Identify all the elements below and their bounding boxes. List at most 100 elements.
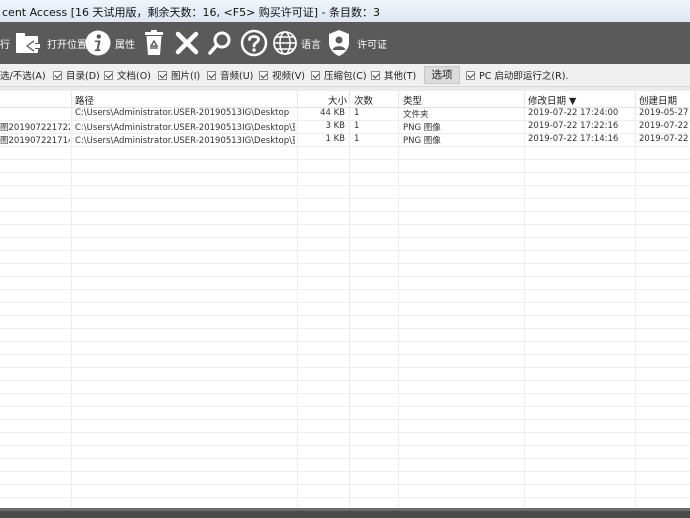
filter-directory-checkbox[interactable]: [53, 70, 62, 80]
grid-line: [0, 302, 690, 303]
properties-button[interactable]: 属性: [84, 22, 135, 64]
autorun-checkbox[interactable]: [466, 70, 475, 80]
cell-modified: 2019-07-22 17:24:00: [528, 108, 619, 118]
autorun-option[interactable]: PC 启动即运行之(R).: [466, 68, 568, 82]
table-row[interactable]: 图20190722171417141... C:\Users\Administr…: [0, 133, 690, 146]
grid-line: [0, 315, 690, 316]
grid-line: [635, 107, 636, 508]
filter-archives-label: 压缩包(C): [324, 71, 367, 82]
grid-line: [0, 393, 690, 394]
run-button[interactable]: 行: [0, 22, 10, 64]
column-type[interactable]: 类型: [403, 93, 422, 107]
select-all-label: 选/不选(A): [0, 71, 46, 82]
cell-modified: 2019-07-22 17:22:16: [528, 121, 619, 131]
filter-video-checkbox[interactable]: [259, 70, 268, 80]
cell-count: 1: [354, 121, 360, 131]
filter-audio[interactable]: 音频(U): [207, 68, 253, 82]
filter-video-label: 视频(V): [272, 71, 305, 82]
grid-line: [0, 380, 690, 381]
filter-directory-label: 目录(D): [66, 71, 100, 82]
grid-line: [0, 445, 690, 446]
grid-line: [0, 133, 690, 134]
recycle-button[interactable]: [143, 22, 165, 64]
options-button[interactable]: 选项: [424, 66, 460, 84]
grid-line: [524, 107, 525, 508]
cell-count: 1: [354, 108, 360, 118]
cell-size: 44 KB: [320, 108, 345, 118]
recycle-bin-icon: [145, 30, 163, 55]
grid-line: [349, 107, 350, 508]
filter-other-label: 其他(T): [384, 71, 417, 82]
cell-created: 2019-07-22 17: [639, 134, 690, 144]
grid-line: [0, 198, 690, 199]
filter-documents-label: 文档(O): [117, 71, 151, 82]
grid-line: [0, 211, 690, 212]
header-divider[interactable]: [349, 91, 350, 107]
filter-video[interactable]: 视频(V): [259, 68, 305, 82]
help-button[interactable]: [240, 22, 268, 64]
cell-size: 1 KB: [325, 134, 345, 144]
filter-other-checkbox[interactable]: [371, 70, 380, 80]
grid-line: [0, 406, 690, 407]
search-icon: [208, 31, 231, 55]
open-location-icon: [16, 33, 41, 53]
grid-line: [0, 458, 690, 459]
grid-line: [0, 328, 690, 329]
delete-x-icon: [175, 31, 199, 55]
status-bar: [0, 508, 690, 518]
grid-line: [0, 172, 690, 173]
delete-button[interactable]: [175, 22, 199, 64]
filter-archives-checkbox[interactable]: [311, 70, 320, 80]
open-location-button[interactable]: 打开位置: [14, 22, 87, 64]
filter-images-checkbox[interactable]: [158, 70, 167, 80]
header-divider[interactable]: [398, 91, 399, 107]
grid-line: [0, 354, 690, 355]
header-divider[interactable]: [71, 91, 72, 107]
grid-line: [0, 159, 690, 160]
globe-icon: [273, 31, 297, 55]
grid-line: [0, 224, 690, 225]
filter-images-label: 图片(I): [171, 71, 201, 82]
filter-documents-checkbox[interactable]: [104, 70, 113, 80]
cell-created: 2019-05-27 09: [639, 108, 690, 118]
grid-line: [71, 107, 72, 508]
grid-line: [0, 341, 690, 342]
info-icon: [85, 30, 111, 56]
cell-path: C:\Users\Administrator.USER-20190513IG\D…: [75, 123, 295, 133]
column-size[interactable]: 大小: [328, 93, 347, 107]
table-header: 路径 大小 次数 类型 修改日期 ▼ 创建日期: [0, 91, 690, 108]
filter-audio-label: 音频(U): [220, 71, 254, 82]
license-button[interactable]: 许可证: [327, 22, 387, 64]
grid-line: [0, 484, 690, 485]
cell-name: 图20190722171417141...: [0, 136, 70, 146]
status-bar-edge: [0, 508, 690, 511]
column-path[interactable]: 路径: [75, 93, 94, 107]
filter-audio-checkbox[interactable]: [207, 70, 216, 80]
grid-line: [0, 471, 690, 472]
grid-line: [0, 367, 690, 368]
header-divider[interactable]: [635, 91, 636, 107]
filter-archives[interactable]: 压缩包(C): [311, 68, 367, 82]
language-button[interactable]: 语言: [272, 22, 321, 64]
window-title: cent Access [16 天试用版，剩余天数：16, <F5> 购买许可证…: [2, 6, 381, 19]
cell-count: 1: [354, 134, 360, 144]
header-divider[interactable]: [524, 91, 525, 107]
column-created[interactable]: 创建日期: [639, 93, 677, 107]
column-modified[interactable]: 修改日期 ▼: [528, 93, 576, 107]
select-all-toggle[interactable]: 选/不选(A): [0, 68, 46, 82]
autorun-label: PC 启动即运行之(R).: [479, 71, 569, 82]
search-button[interactable]: [207, 22, 233, 64]
filter-documents[interactable]: 文档(O): [104, 68, 151, 82]
filter-bar: 选/不选(A) 目录(D) 文档(O) 图片(I) 音频(U) 视频(V) 压缩…: [0, 64, 690, 87]
header-divider[interactable]: [297, 91, 298, 107]
table-row[interactable]: C:\Users\Administrator.USER-20190513IG\D…: [0, 107, 690, 120]
grid-line: [0, 419, 690, 420]
license-label: 许可证: [357, 39, 387, 51]
grid-line: [0, 497, 690, 498]
filter-directory[interactable]: 目录(D): [53, 68, 100, 82]
table-row[interactable]: 图20190722172217221... C:\Users\Administr…: [0, 120, 690, 133]
language-label: 语言: [301, 39, 321, 51]
filter-images[interactable]: 图片(I): [158, 68, 200, 82]
column-count[interactable]: 次数: [354, 93, 373, 107]
filter-other[interactable]: 其他(T): [371, 68, 416, 82]
